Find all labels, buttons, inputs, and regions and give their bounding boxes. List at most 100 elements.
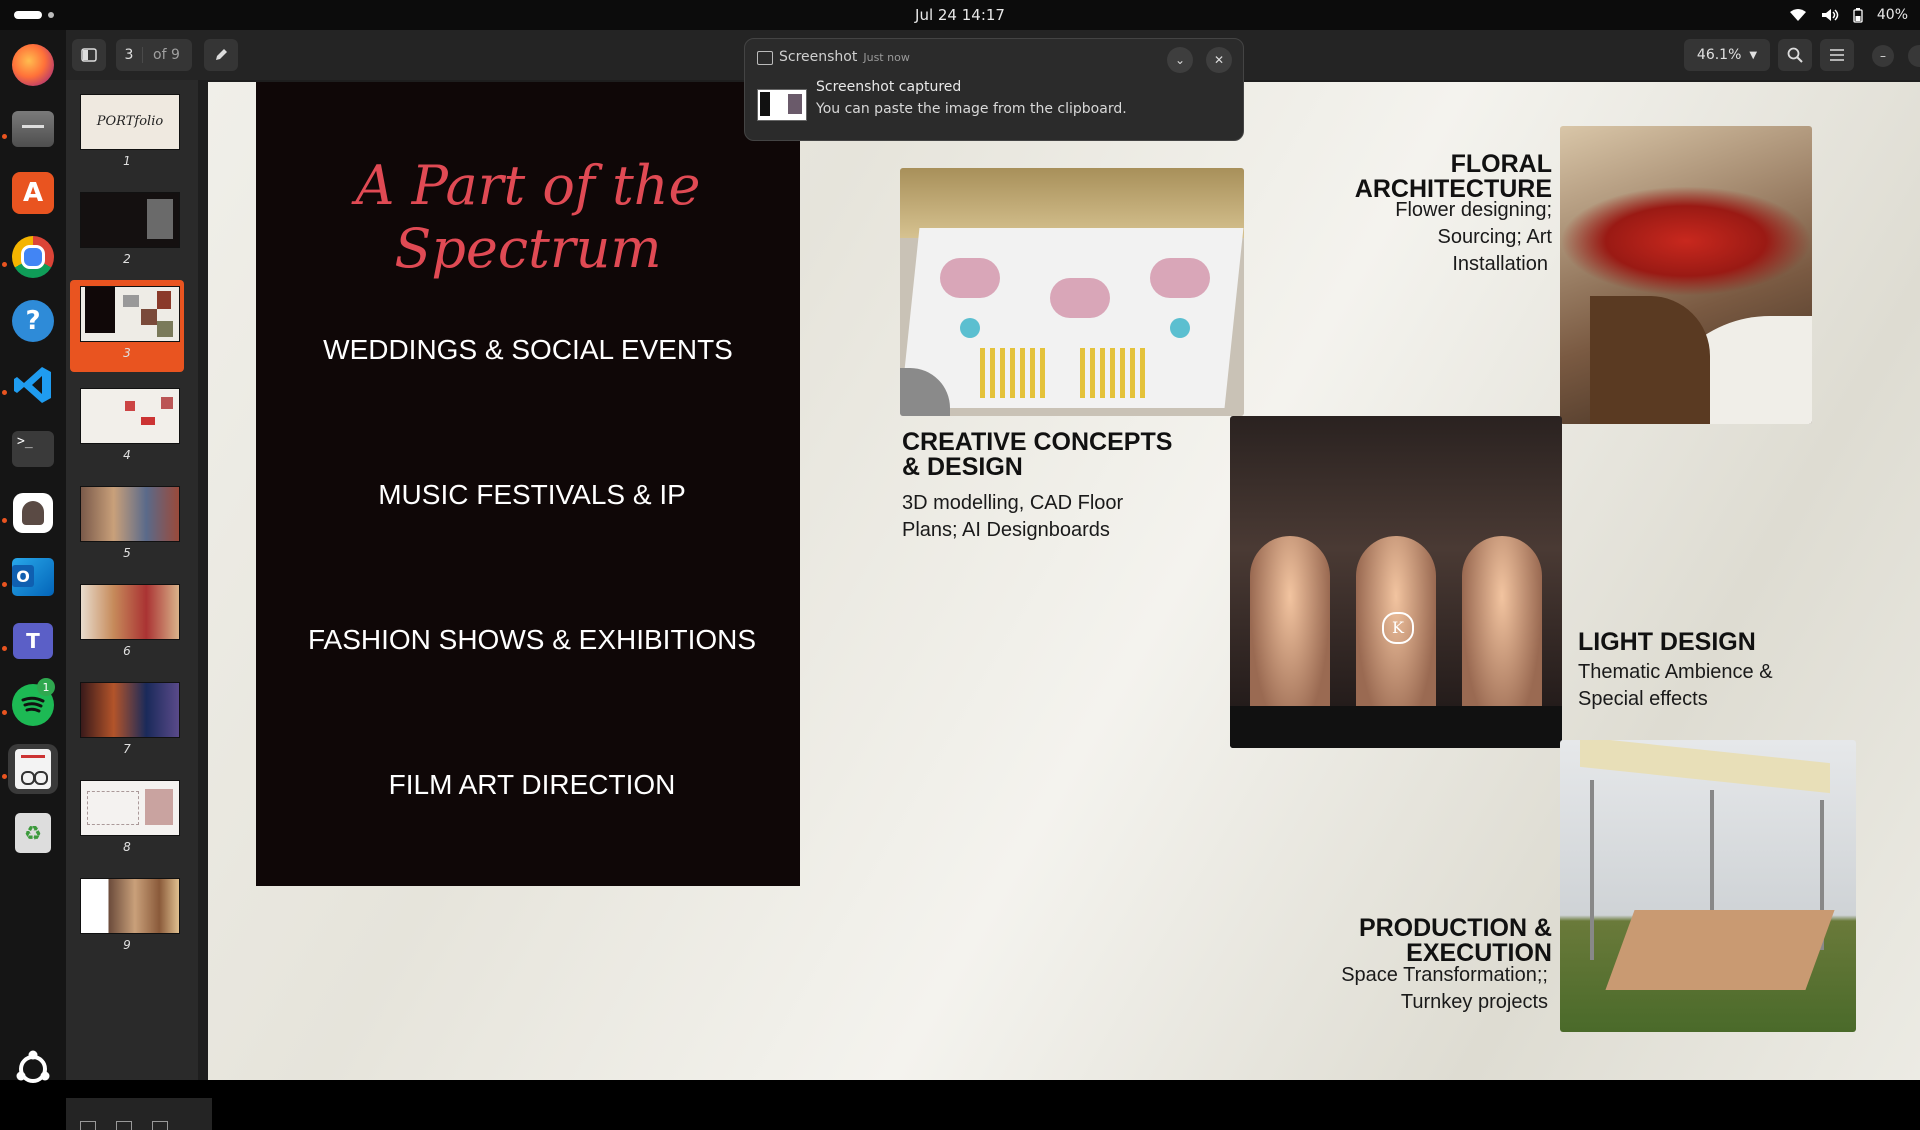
ubuntu-logo-icon	[16, 1050, 50, 1083]
page-total: of 9	[153, 47, 180, 63]
close-notification-button[interactable]: ✕	[1206, 47, 1232, 73]
chevron-down-icon: ▼	[1749, 49, 1758, 61]
teams-icon: T	[13, 623, 53, 659]
running-indicator	[2, 710, 7, 715]
thumbnail-page-3[interactable]: 3	[70, 280, 184, 372]
maximize-button[interactable]	[1908, 45, 1920, 67]
thumbnail-page-9[interactable]: 9	[70, 872, 184, 962]
dock-app-center[interactable]: A	[8, 168, 58, 218]
thumbnail-image	[80, 682, 180, 738]
clock[interactable]: Jul 24 14:17	[0, 0, 1920, 30]
dock-terminal[interactable]: >_	[8, 424, 58, 474]
dock-document-viewer[interactable]	[8, 744, 58, 794]
dock-help[interactable]: ?	[8, 296, 58, 346]
sidebar-view-switcher[interactable]	[66, 1098, 212, 1130]
thumbnail-page-8[interactable]: 8	[70, 774, 184, 864]
thumbnail-image	[80, 388, 180, 444]
service-item: FILM ART DIRECTION	[388, 769, 676, 800]
thumbnail-page-5[interactable]: 5	[70, 480, 184, 570]
page-view-icon[interactable]	[116, 1121, 132, 1130]
expand-notification-button[interactable]: ⌄	[1167, 47, 1193, 73]
desc-line: Special effects	[1578, 688, 1708, 710]
outline-view-icon[interactable]	[152, 1121, 168, 1130]
dock-firefox[interactable]	[8, 40, 58, 90]
main-menu-button[interactable]	[1820, 39, 1854, 71]
thumbnail-image	[80, 780, 180, 836]
light-design-concert-image: K	[1230, 416, 1562, 748]
show-apps-button[interactable]	[8, 1044, 58, 1094]
dock-teams[interactable]: T	[8, 616, 58, 666]
dock-outlook[interactable]: O	[8, 552, 58, 602]
thumbnail-image	[80, 878, 180, 934]
battery-percent: 40%	[1876, 7, 1908, 23]
desc-line: Installation	[1452, 253, 1548, 275]
screenshot-notification[interactable]: Screenshot Just now ⌄ ✕ Screenshot captur…	[744, 38, 1244, 141]
document-page: A Part of the Spectrum WEDDINGS & SOCIAL…	[208, 82, 1920, 1080]
zoom-selector[interactable]: 46.1% ▼	[1684, 39, 1770, 71]
annotate-button[interactable]	[204, 39, 238, 71]
system-tray[interactable]: 40%	[1789, 0, 1908, 30]
image-viewer-icon	[13, 493, 53, 533]
running-indicator	[2, 262, 7, 267]
thumbnail-image	[80, 584, 180, 640]
thumbnail-number: 2	[123, 252, 131, 266]
desc-line: Thematic Ambience &	[1578, 661, 1773, 683]
creative-description: 3D modelling, CAD Floor Plans; AI Design…	[902, 490, 1222, 544]
current-page-input[interactable]: 3	[116, 47, 143, 63]
zoom-value: 46.1%	[1696, 47, 1742, 63]
thumbnail-image	[80, 192, 180, 248]
thumbnail-sidebar: PORTfolio 1 2 3 4 5 6 7 8 9	[66, 80, 212, 1130]
top-bar: Jul 24 14:17 40%	[0, 0, 1920, 30]
dock-vscode[interactable]	[8, 360, 58, 410]
notification-badge: 1	[37, 678, 55, 696]
heading-line: & DESIGN	[902, 453, 1023, 481]
thumbnail-number: 5	[123, 546, 131, 560]
outlook-icon: O	[12, 558, 54, 596]
floor-plan-render-image	[900, 168, 1244, 416]
thumbnail-page-6[interactable]: 6	[70, 578, 184, 668]
terminal-icon: >_	[12, 431, 54, 467]
dock: A ? >_ O T 1 ♻	[0, 30, 66, 1083]
thumbnail-page-4[interactable]: 4	[70, 382, 184, 472]
thumbnail-number: 4	[123, 448, 131, 462]
thumbnail-number: 3	[123, 346, 131, 360]
dock-spotify[interactable]: 1	[8, 678, 58, 730]
document-viewer-window: 3 of 9 46.1% ▼ – PORTfolio 1 2 3 4 5 6 7…	[66, 30, 1920, 1130]
floral-description: Flower designing; Sourcing; Art Installa…	[1350, 197, 1552, 278]
dock-files[interactable]	[8, 104, 58, 154]
production-heading: PRODUCTION & EXECUTION	[1268, 916, 1552, 966]
running-indicator	[2, 646, 7, 651]
desc-line: Turnkey projects	[1400, 991, 1548, 1013]
running-indicator	[2, 134, 7, 139]
production-description: Space Transformation;; Turnkey projects	[1268, 962, 1548, 1016]
thumbnail-page-2[interactable]: 2	[70, 186, 184, 276]
page-selector[interactable]: 3 of 9	[116, 39, 192, 71]
floral-heading: FLORAL ARCHITECTURE	[1350, 152, 1552, 202]
heading-line: PRODUCTION &	[1358, 914, 1552, 942]
service-item: MUSIC FESTIVALS & IP	[378, 479, 686, 510]
thumbnail-image	[80, 486, 180, 542]
help-icon: ?	[12, 300, 54, 342]
notification-time: Just now	[863, 51, 910, 64]
heading-line: FLORAL	[1450, 150, 1552, 178]
service-item: FASHION SHOWS & EXHIBITIONS	[307, 624, 757, 655]
dock-image-viewer[interactable]	[8, 488, 58, 538]
battery-icon	[1853, 7, 1863, 23]
document-viewer-icon	[15, 749, 51, 789]
thumbnail-number: 1	[123, 154, 131, 168]
screenshot-app-icon	[757, 51, 773, 65]
desc-line: Flower designing;	[1395, 199, 1552, 221]
app-center-icon: A	[12, 172, 54, 214]
toggle-sidebar-button[interactable]	[72, 39, 106, 71]
minimize-button[interactable]: –	[1872, 45, 1894, 67]
grid-view-icon[interactable]	[80, 1121, 96, 1130]
dock-chrome[interactable]	[8, 232, 58, 282]
thumbnail-page-7[interactable]: 7	[70, 676, 184, 766]
search-button[interactable]	[1778, 39, 1812, 71]
wifi-icon	[1789, 9, 1806, 21]
dock-trash[interactable]: ♻	[8, 808, 58, 858]
notification-body: You can paste the image from the clipboa…	[816, 101, 1127, 117]
desc-line: Sourcing; Art	[1437, 226, 1552, 248]
thumbnail-page-1[interactable]: PORTfolio 1	[70, 88, 184, 178]
thumbnail-number: 7	[123, 742, 131, 756]
